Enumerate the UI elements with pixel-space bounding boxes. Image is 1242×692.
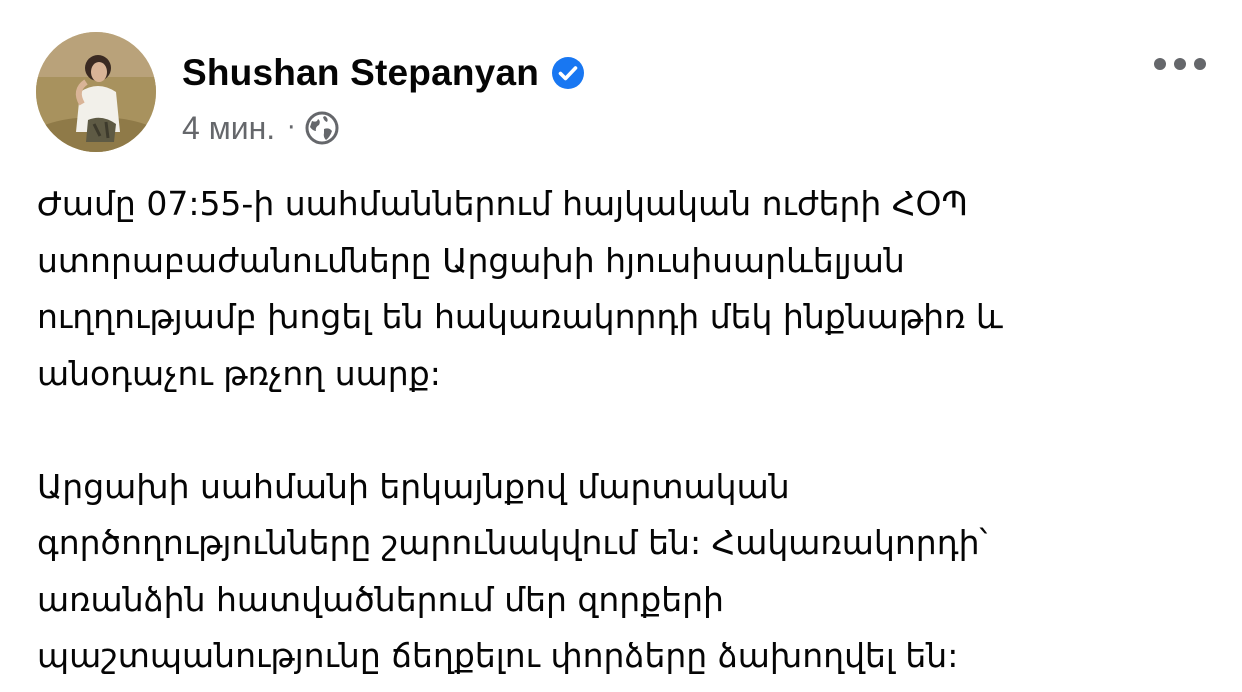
post-timestamp[interactable]: 4 мин.: [182, 108, 275, 148]
post-line: Արցախի սահմանի երկայնքով մարտական: [37, 466, 790, 506]
post-line: ստորաբաժանումները Արցախի հյուսիսարևելյան: [37, 240, 905, 280]
post-paragraph: Ժամը 07:55-ի սահմաններում հայկական ուժեր…: [37, 176, 1217, 402]
verified-badge-icon: [551, 56, 585, 90]
post-header: Shushan Stepanyan 4 мин. ·: [36, 32, 1216, 152]
post-paragraph: Արցախի սահմանի երկայնքով մարտական գործող…: [37, 459, 1217, 685]
post-meta: 4 мин. ·: [182, 108, 339, 148]
post-line: գործողությունները շարունակվում են: Հակառ…: [37, 523, 988, 562]
meta-separator: ·: [287, 113, 296, 143]
more-dot: [1194, 58, 1206, 70]
more-dot: [1174, 58, 1186, 70]
post-line: անօդաչու թռչող սարք:: [37, 353, 441, 393]
post-line: առանձին հատվածներում մեր զորքերի: [37, 579, 724, 619]
author-name-row: Shushan Stepanyan: [182, 48, 585, 98]
post-line: պաշտպանությունը ճեղքելու փորձերը ձախողվե…: [37, 636, 959, 675]
avatar-photo: [36, 32, 156, 152]
globe-icon[interactable]: [305, 111, 339, 145]
post-body: Ժամը 07:55-ի սահմաններում հայկական ուժեր…: [37, 176, 1217, 685]
more-dot: [1154, 58, 1166, 70]
post-line: Ժամը 07:55-ի սահմաններում հայկական ուժեր…: [37, 184, 968, 223]
author-avatar[interactable]: [36, 32, 156, 152]
post-line: ուղղությամբ խոցել են հակառակորդի մեկ ինք…: [37, 297, 1003, 336]
more-options-icon[interactable]: [1154, 52, 1206, 76]
author-name[interactable]: Shushan Stepanyan: [182, 48, 539, 98]
